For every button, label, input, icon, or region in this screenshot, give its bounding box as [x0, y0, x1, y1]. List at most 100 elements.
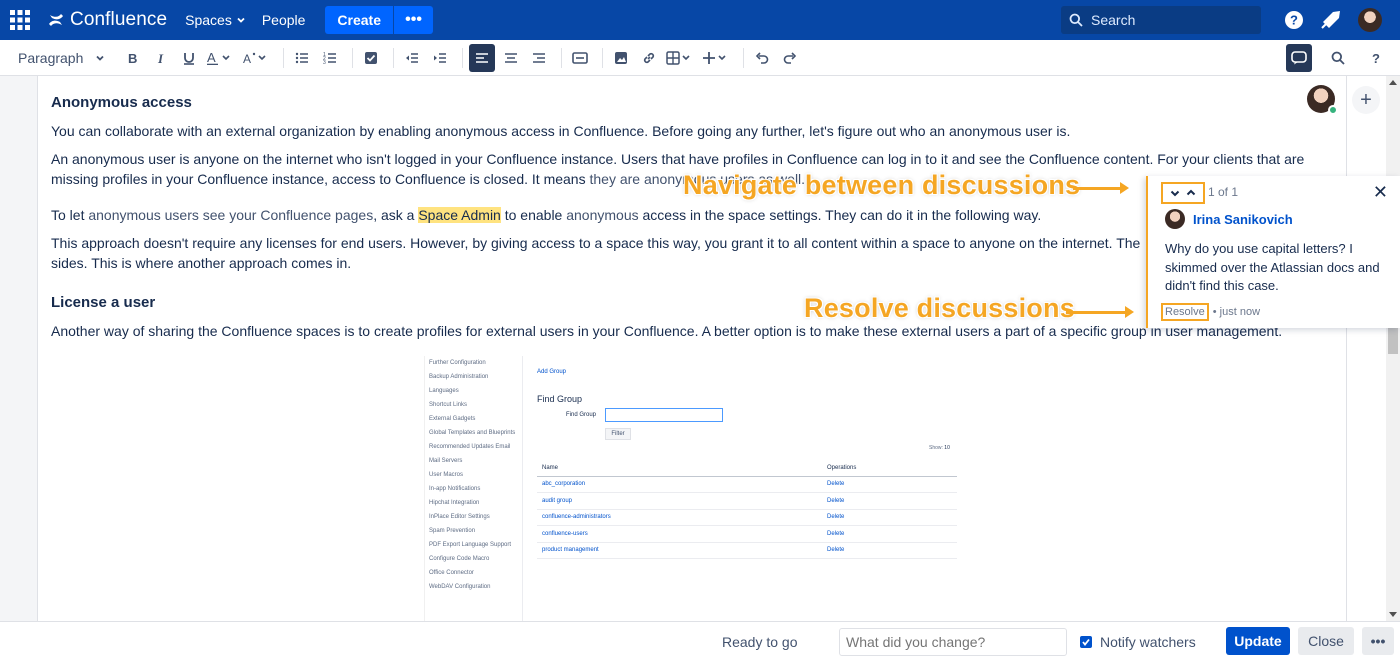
- more-actions-button[interactable]: •••: [1362, 627, 1394, 655]
- embed-group-name: product management: [542, 547, 599, 554]
- next-comment-icon[interactable]: [1170, 188, 1180, 198]
- callout-resolve: Resolve discussions: [804, 293, 1075, 323]
- indent-button[interactable]: [428, 44, 452, 72]
- resolve-button[interactable]: Resolve: [1161, 303, 1209, 321]
- align-left-button[interactable]: [469, 43, 496, 72]
- notify-watchers-checkbox[interactable]: [1080, 636, 1092, 648]
- paragraph-text: sides. This is where another approach co…: [51, 255, 352, 271]
- confluence-logo[interactable]: Confluence: [48, 9, 167, 31]
- bullet-list-button[interactable]: [290, 44, 314, 72]
- previous-comment-icon[interactable]: [1186, 188, 1196, 198]
- notification-icon[interactable]: [1320, 10, 1342, 30]
- right-gutter: [1346, 76, 1386, 621]
- comment-count: 1 of 1: [1208, 185, 1239, 199]
- commented-text: anonymous users see your Confluence page…: [88, 207, 374, 223]
- bold-button[interactable]: B: [121, 44, 145, 72]
- toolbar-divider: [743, 47, 745, 68]
- highlighted-comment-text[interactable]: Space Admin: [418, 207, 501, 223]
- embed-table-row: product management Delete: [537, 543, 957, 559]
- numbered-list-button[interactable]: 123: [318, 44, 342, 72]
- help-icon[interactable]: ?: [1284, 10, 1304, 30]
- redo-button[interactable]: [778, 44, 802, 72]
- callout-arrow-icon: [1066, 306, 1134, 318]
- link-icon: [644, 52, 655, 63]
- nav-people-label: People: [261, 12, 306, 28]
- scrollbar[interactable]: [1386, 76, 1400, 621]
- nav-people[interactable]: People: [262, 12, 306, 28]
- embed-sidebar-item: Office Connector: [429, 570, 474, 576]
- embed-col-name: Name: [542, 464, 559, 471]
- embed-sidebar-item: In-app Notifications: [429, 486, 481, 492]
- embed-delete-link: Delete: [827, 530, 845, 537]
- comment-navigation: [1161, 182, 1205, 204]
- embed-sidebar-item: External Gadgets: [429, 416, 476, 422]
- toolbar-divider: [352, 47, 354, 68]
- comment-author-name[interactable]: Irina Sanikovich: [1193, 212, 1293, 227]
- toolbar-divider: [393, 47, 395, 68]
- toolbar-divider: [561, 47, 563, 68]
- page-layout-button[interactable]: [568, 44, 592, 72]
- embed-find-group-label: Find Group: [566, 412, 597, 418]
- embed-sidebar-item: Recommended Updates Email: [429, 444, 511, 450]
- italic-button[interactable]: I: [149, 44, 173, 72]
- paragraph-text: to enable: [500, 207, 567, 223]
- embed-sidebar-item: Mail Servers: [429, 458, 463, 464]
- save-status: Ready to go: [722, 634, 798, 650]
- find-replace-button[interactable]: [1326, 44, 1350, 72]
- embed-sidebar-item: Hipchat Integration: [429, 500, 480, 506]
- outdent-button[interactable]: [400, 44, 424, 72]
- change-comment-input[interactable]: [839, 628, 1067, 656]
- underline-button[interactable]: [177, 44, 201, 72]
- more-formatting-button[interactable]: A: [241, 44, 273, 72]
- embed-sidebar-item: Configure Code Macro: [429, 556, 490, 562]
- image-icon: [615, 51, 628, 64]
- left-gutter: [0, 76, 38, 621]
- insert-more-button[interactable]: [701, 44, 733, 72]
- embedded-screenshot[interactable]: Further Configuration Backup Administrati…: [424, 356, 968, 621]
- paragraph: You can collaborate with an external org…: [51, 123, 1071, 139]
- align-right-button[interactable]: [527, 44, 551, 72]
- nav-spaces[interactable]: Spaces: [185, 12, 246, 28]
- notify-watchers[interactable]: Notify watchers: [1080, 634, 1196, 650]
- comment-author-avatar[interactable]: [1165, 209, 1185, 229]
- help-button[interactable]: ?: [1364, 44, 1388, 72]
- notify-watchers-label: Notify watchers: [1100, 634, 1196, 650]
- embed-group-name: confluence-administrators: [542, 514, 611, 521]
- commented-text: anonymous: [566, 207, 639, 223]
- embed-sidebar-item: PDF Export Language Support: [429, 542, 512, 548]
- svg-text:I: I: [157, 51, 164, 65]
- align-center-button[interactable]: [499, 44, 523, 72]
- update-button[interactable]: Update: [1226, 627, 1290, 655]
- undo-button[interactable]: [750, 44, 774, 72]
- check-icon: [1082, 638, 1090, 646]
- embed-table-row: audit group Delete: [537, 493, 957, 510]
- insert-link-button[interactable]: [637, 44, 661, 72]
- svg-text:A: A: [207, 51, 216, 65]
- scrollbar-thumb[interactable]: [1388, 328, 1398, 354]
- user-avatar[interactable]: [1358, 8, 1382, 32]
- bold-icon: B: [128, 51, 137, 65]
- scroll-up-icon[interactable]: [1389, 80, 1397, 85]
- nav-spaces-label: Spaces: [185, 12, 232, 28]
- create-more-button[interactable]: •••: [393, 6, 433, 34]
- paragraph-text: This approach doesn't require any licens…: [51, 235, 1141, 251]
- insert-table-button[interactable]: [665, 44, 697, 72]
- close-icon[interactable]: ✕: [1373, 182, 1388, 203]
- scroll-down-icon[interactable]: [1389, 612, 1397, 617]
- comment-footer: Resolve • just now: [1161, 303, 1260, 321]
- app-switcher-icon[interactable]: [0, 0, 40, 40]
- inline-comments-button[interactable]: [1286, 44, 1312, 72]
- create-button-group: Create •••: [325, 6, 434, 34]
- close-button[interactable]: Close: [1298, 627, 1354, 655]
- insert-image-button[interactable]: [609, 44, 633, 72]
- confluence-logo-icon: [49, 14, 63, 26]
- create-button[interactable]: Create: [325, 6, 393, 34]
- action-item-button[interactable]: [359, 44, 383, 72]
- comment-body: Why do you use capital letters? I skimme…: [1165, 241, 1380, 294]
- embed-delete-link: Delete: [827, 497, 845, 504]
- paragraph-style-dropdown[interactable]: Paragraph: [12, 44, 111, 72]
- chevron-down-icon: [96, 55, 105, 61]
- add-plus-button[interactable]: +: [1352, 86, 1380, 114]
- text-color-button[interactable]: A: [205, 44, 237, 72]
- search-input[interactable]: Search: [1061, 6, 1261, 34]
